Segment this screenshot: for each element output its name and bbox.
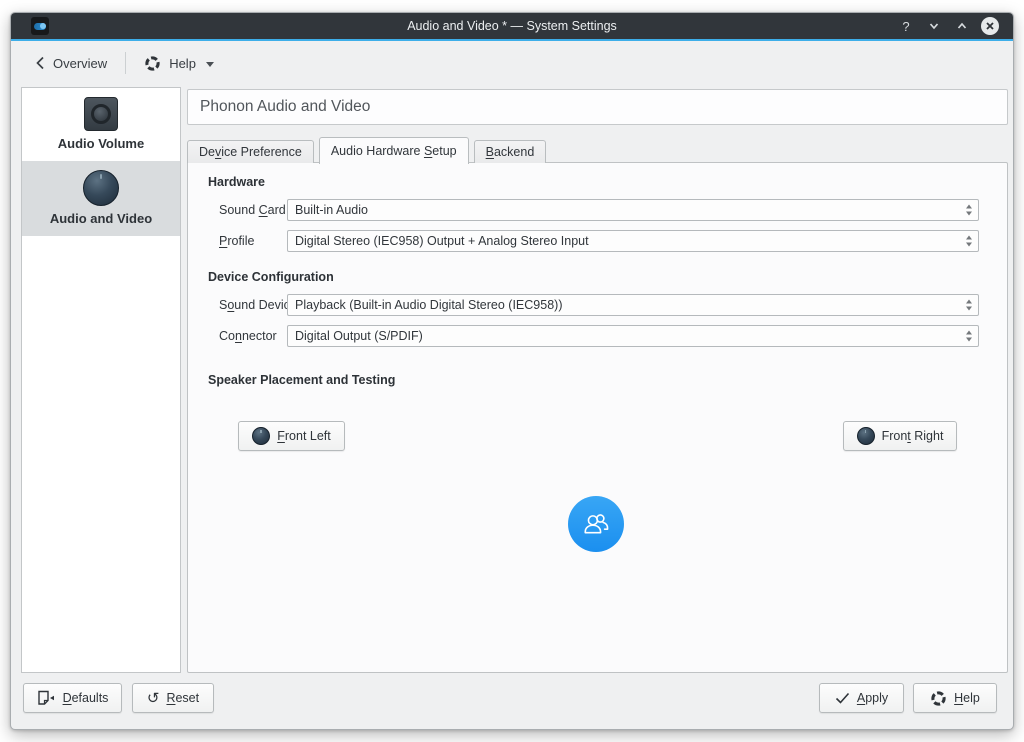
help-icon: [930, 690, 947, 707]
sound-card-value: Built-in Audio: [295, 203, 368, 217]
page-title: Phonon Audio and Video: [200, 98, 370, 116]
spinner-arrows-icon: [966, 331, 972, 342]
front-right-test-button[interactable]: Front Right: [843, 421, 957, 451]
back-chevron-icon: [35, 56, 45, 70]
help-menu-label: Help: [169, 56, 196, 71]
reset-label: Reset: [166, 691, 199, 705]
titlebar-buttons: ?: [897, 13, 999, 39]
dropdown-caret-icon: [206, 62, 214, 67]
speaker-testing-section-title: Speaker Placement and Testing: [208, 373, 395, 387]
users-notification-badge[interactable]: [568, 496, 624, 552]
sidebar-item-label: Audio and Video: [26, 211, 176, 226]
sidebar-item-label: Audio Volume: [26, 136, 176, 151]
spinner-arrows-icon: [966, 205, 972, 216]
front-left-test-button[interactable]: Front Left: [238, 421, 345, 451]
toolbar-separator: [125, 52, 126, 74]
spinner-arrows-icon: [966, 236, 972, 247]
spinner-arrows-icon: [966, 300, 972, 311]
tab-bar: Device Preference Audio Hardware Setup B…: [187, 136, 551, 163]
sound-device-combobox[interactable]: Playback (Built-in Audio Digital Stereo …: [287, 294, 979, 316]
close-button[interactable]: [981, 17, 999, 35]
tab-audio-hardware-setup[interactable]: Audio Hardware Setup: [319, 137, 469, 164]
window-title: Audio and Video * — System Settings: [11, 19, 1013, 33]
front-right-label: Front Right: [882, 429, 944, 443]
window-help-button[interactable]: ?: [897, 17, 915, 35]
close-icon: [985, 21, 995, 31]
defaults-label: Defaults: [63, 691, 109, 705]
reset-button[interactable]: ↺ Reset: [132, 683, 214, 713]
titlebar[interactable]: Audio and Video * — System Settings ?: [11, 13, 1013, 39]
speaker-icon: [84, 97, 118, 131]
sound-card-label: Sound Card: [219, 199, 286, 221]
help-label: Help: [954, 691, 980, 705]
overview-back-button[interactable]: Overview: [25, 48, 117, 78]
connector-label: Connector: [219, 325, 277, 347]
system-settings-app-icon: [31, 17, 49, 35]
speaker-knob-icon: [857, 427, 875, 445]
apply-label: Apply: [857, 691, 888, 705]
front-left-label: Front Left: [277, 429, 331, 443]
defaults-button[interactable]: Defaults: [23, 683, 122, 713]
help-icon: [144, 55, 161, 72]
sidebar: Audio Volume Audio and Video: [21, 87, 181, 673]
minimize-button[interactable]: [925, 17, 943, 35]
sidebar-item-audio-and-video[interactable]: Audio and Video: [22, 161, 180, 236]
knob-icon: [83, 170, 119, 206]
tab-backend[interactable]: Backend: [474, 140, 547, 163]
hardware-section-title: Hardware: [208, 175, 265, 189]
audio-hardware-setup-panel: Hardware Sound Card Built-in Audio Profi…: [187, 162, 1008, 673]
connector-value: Digital Output (S/PDIF): [295, 329, 423, 343]
undo-icon: ↺: [147, 691, 160, 706]
help-button[interactable]: Help: [913, 683, 997, 713]
question-icon: ?: [902, 19, 909, 34]
sound-device-value: Playback (Built-in Audio Digital Stereo …: [295, 298, 562, 312]
profile-value: Digital Stereo (IEC958) Output + Analog …: [295, 234, 589, 248]
sound-device-label: Sound Device: [219, 294, 297, 316]
checkmark-icon: [835, 692, 850, 704]
module-heading-box: Phonon Audio and Video: [187, 89, 1008, 125]
document-revert-icon: [37, 690, 56, 706]
help-menu-button[interactable]: Help: [134, 48, 224, 78]
speaker-knob-icon: [252, 427, 270, 445]
device-configuration-section-title: Device Configuration: [208, 270, 334, 284]
profile-combobox[interactable]: Digital Stereo (IEC958) Output + Analog …: [287, 230, 979, 252]
chevron-down-icon: [928, 20, 940, 32]
overview-label: Overview: [53, 56, 107, 71]
connector-combobox[interactable]: Digital Output (S/PDIF): [287, 325, 979, 347]
users-icon: [580, 508, 612, 540]
profile-label: Profile: [219, 230, 254, 252]
toolbar: Overview Help: [11, 41, 1013, 85]
maximize-button[interactable]: [953, 17, 971, 35]
system-settings-window: Audio and Video * — System Settings ? Ov…: [10, 12, 1014, 730]
sidebar-item-audio-volume[interactable]: Audio Volume: [22, 88, 180, 161]
sound-card-combobox[interactable]: Built-in Audio: [287, 199, 979, 221]
chevron-up-icon: [956, 20, 968, 32]
tab-device-preference[interactable]: Device Preference: [187, 140, 314, 163]
apply-button[interactable]: Apply: [819, 683, 904, 713]
